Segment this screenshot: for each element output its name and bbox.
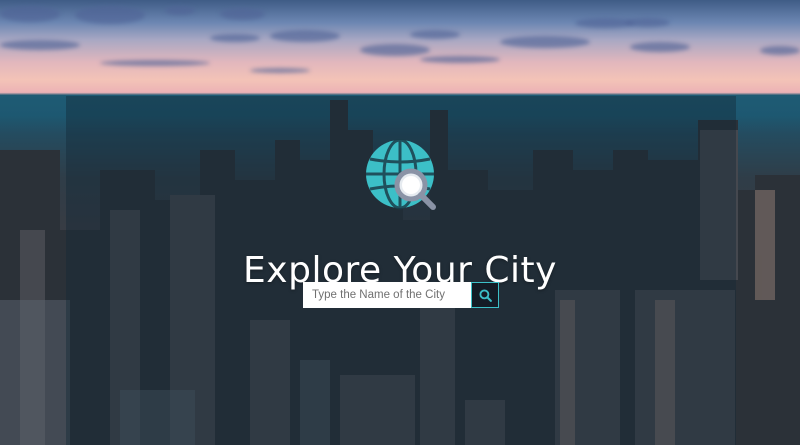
search-icon	[478, 288, 492, 302]
city-search-input[interactable]	[303, 282, 471, 308]
globe-search-icon	[366, 139, 436, 210]
search-button[interactable]	[471, 282, 499, 308]
city-search-form	[303, 282, 499, 308]
